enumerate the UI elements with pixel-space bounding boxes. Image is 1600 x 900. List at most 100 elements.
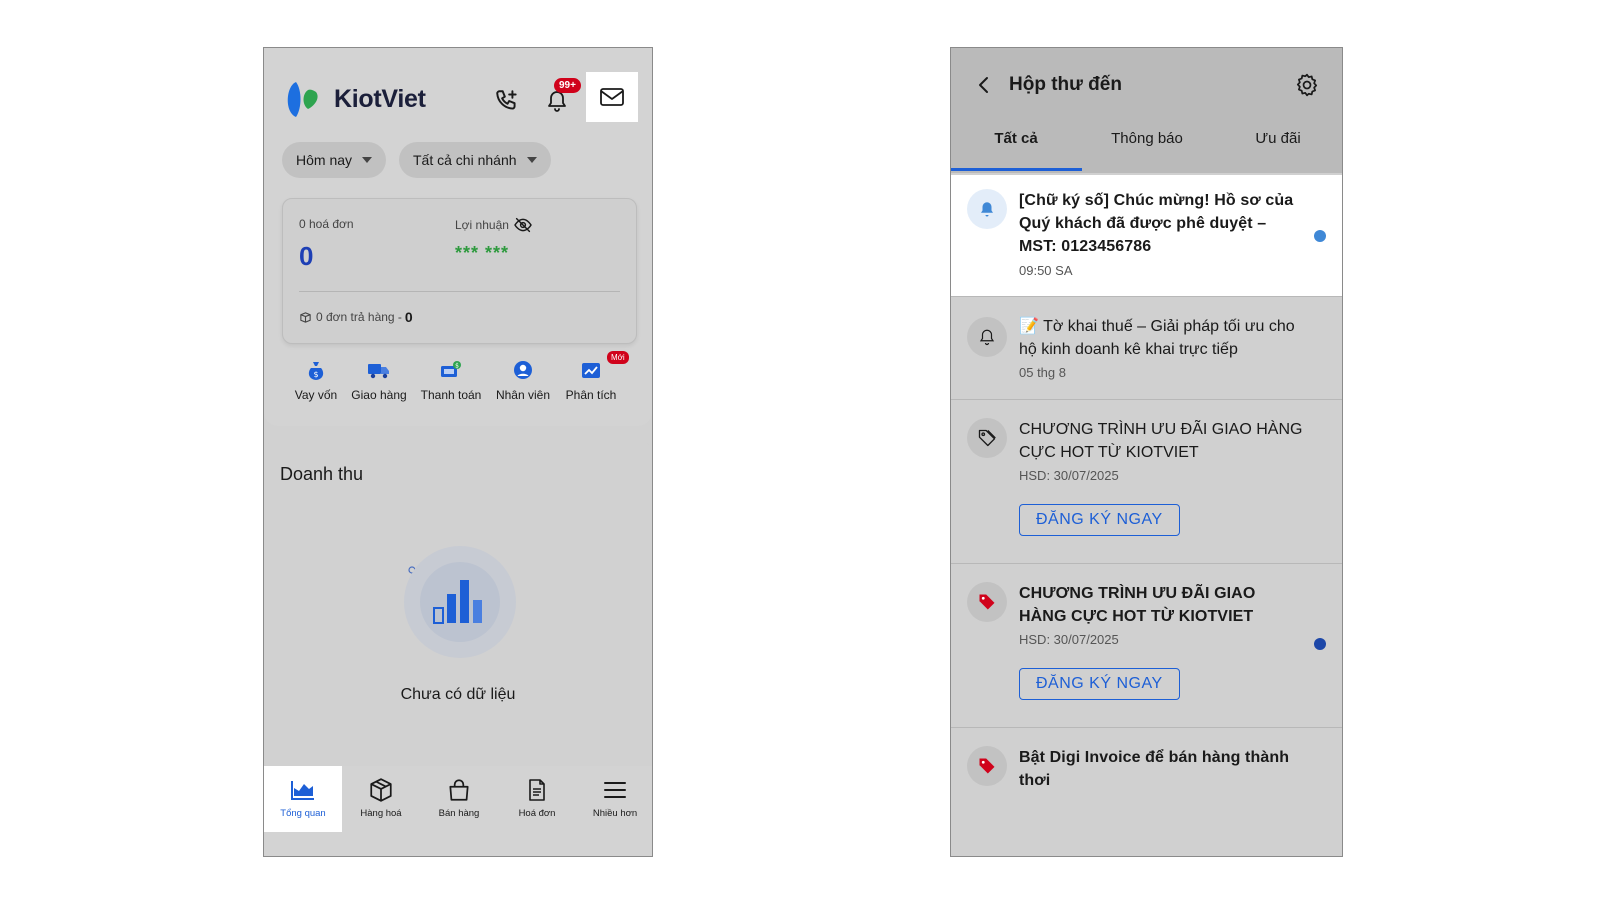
page-title: Hộp thư đến [1009, 74, 1122, 95]
dashboard-screen: KiotViet 99+ Hôm nay Tất cả chi nhánh 0 … [263, 47, 653, 857]
kiotviet-logo-icon [282, 78, 324, 120]
quick-action-label: Vay vốn [294, 388, 338, 402]
period-filter-label: Hôm nay [296, 152, 353, 168]
active-tab-indicator [951, 168, 1082, 171]
quick-action-label: Phân tích [565, 388, 617, 402]
chart-area-icon [291, 781, 314, 800]
returns-value: 0 [404, 309, 413, 325]
svg-text:$: $ [313, 370, 318, 379]
nav-more[interactable]: Nhiều hơn [576, 766, 652, 832]
nav-label: Hoá đơn [518, 808, 556, 819]
invoices-value: 0 [299, 241, 314, 271]
period-filter[interactable]: Hôm nay [282, 142, 387, 178]
call-button[interactable] [490, 84, 524, 118]
brand-logo: KiotViet [282, 78, 426, 120]
empty-state-text: Chưa có dữ liệu [400, 686, 516, 703]
branch-filter-label: Tất cả chi nhánh [413, 152, 517, 168]
quick-action-label: Nhân viên [495, 388, 551, 402]
unread-dot [1314, 638, 1326, 650]
nav-label: Tổng quan [280, 808, 326, 819]
return-box-icon [300, 311, 311, 323]
inbox-screen: Hộp thư đến Tất cả Thông báo Ưu đãi [Chữ… [950, 47, 1343, 857]
new-badge: Mới [607, 351, 629, 364]
tab-notifications[interactable]: Thông báo [1082, 130, 1212, 147]
inbox-button[interactable] [586, 72, 638, 122]
caret-down-icon [362, 157, 373, 163]
brand-name: KiotViet [334, 84, 426, 113]
tag-filled-icon [979, 758, 995, 774]
branch-filter[interactable]: Tất cả chi nhánh [399, 142, 551, 178]
returns-label: 0 đơn trả hàng - [316, 310, 402, 324]
payment-icon: $ [441, 361, 461, 377]
quick-action-delivery[interactable]: Giao hàng [339, 360, 419, 402]
back-button[interactable] [973, 74, 995, 96]
eye-off-icon[interactable] [513, 217, 533, 233]
unread-dot [1314, 230, 1326, 242]
message-icon-wrap [967, 746, 1007, 786]
truck-icon [368, 364, 389, 379]
inbox-header: Hộp thư đến Tất cả Thông báo Ưu đãi [951, 48, 1342, 173]
register-now-button[interactable]: ĐĂNG KÝ NGAY [1019, 504, 1180, 536]
mail-icon [600, 88, 624, 106]
stats-card[interactable]: 0 hoá đơn 0 Lợi nhuận *** *** 0 đơn trả … [282, 198, 637, 344]
document-icon [529, 779, 545, 801]
card-divider [299, 291, 620, 292]
tag-filled-icon [979, 594, 995, 610]
message-text: 📝 Tờ khai thuế – Giải pháp tối ưu cho hộ… [1019, 318, 1295, 358]
nav-invoices[interactable]: Hoá đơn [498, 766, 576, 832]
phone-plus-icon [496, 90, 517, 110]
message-text: CHƯƠNG TRÌNH ƯU ĐÃI GIAO HÀNG CỰC HOT TỪ… [1019, 421, 1303, 461]
tag-outline-icon [978, 429, 996, 447]
profit-label-row: Lợi nhuận [455, 217, 533, 233]
bar-chart-icon [433, 580, 482, 624]
profit-value: *** *** [455, 243, 510, 263]
employee-icon [514, 361, 532, 379]
empty-chart-illustration [404, 546, 516, 658]
quick-action-payment[interactable]: $ Thanh toán [411, 360, 491, 402]
tab-offers[interactable]: Ưu đãi [1213, 130, 1342, 147]
message-text: Bật Digi Invoice để bán hàng thành thơi [1019, 749, 1290, 789]
message-expiry: HSD: 30/07/2025 [1019, 468, 1119, 483]
inbox-message[interactable]: Bật Digi Invoice để bán hàng thành thơi [951, 728, 1342, 856]
message-time: 05 thg 8 [1019, 365, 1066, 380]
tab-all[interactable]: Tất cả [951, 130, 1081, 147]
message-icon-wrap [967, 189, 1007, 229]
nav-label: Bán hàng [438, 808, 480, 819]
analytics-icon [582, 363, 600, 378]
revenue-section: Doanh thu Chưa có dữ liệu [264, 440, 652, 770]
inbox-message[interactable]: [Chữ ký số] Chúc mừng! Hồ sơ của Quý khá… [951, 175, 1342, 297]
quick-action-label: Giao hàng [351, 388, 407, 402]
inbox-message[interactable]: CHƯƠNG TRÌNH ƯU ĐÃI GIAO HÀNG CỰC HOT TỪ… [951, 564, 1342, 728]
dashboard-header: KiotViet 99+ Hôm nay Tất cả chi nhánh 0 … [264, 48, 652, 426]
quick-action-analytics[interactable]: Phân tích [551, 360, 631, 402]
notifications-count-badge: 99+ [554, 78, 581, 93]
nav-products[interactable]: Hàng hoá [342, 766, 420, 832]
message-expiry: HSD: 30/07/2025 [1019, 632, 1119, 647]
nav-label: Hàng hoá [360, 808, 402, 819]
box-icon [370, 778, 392, 802]
register-now-button[interactable]: ĐĂNG KÝ NGAY [1019, 668, 1180, 700]
nav-sales[interactable]: Bán hàng [420, 766, 498, 832]
message-text: CHƯƠNG TRÌNH ƯU ĐÃI GIAO HÀNG CỰC HOT TỪ… [1019, 585, 1256, 625]
returns-row: 0 đơn trả hàng - 0 [299, 309, 413, 325]
caret-down-icon [526, 157, 537, 163]
inbox-message[interactable]: CHƯƠNG TRÌNH ƯU ĐÃI GIAO HÀNG CỰC HOT TỪ… [951, 400, 1342, 564]
message-time: 09:50 SA [1019, 263, 1073, 278]
bell-outline-icon [979, 329, 995, 346]
profit-label: Lợi nhuận [455, 218, 509, 232]
svg-text:$: $ [455, 363, 459, 370]
nav-overview[interactable]: Tổng quan [264, 766, 342, 832]
message-icon-wrap [967, 317, 1007, 357]
nav-label: Nhiều hơn [592, 808, 638, 819]
settings-button[interactable] [1294, 72, 1320, 98]
revenue-title: Doanh thu [280, 464, 364, 484]
inbox-message[interactable]: 📝 Tờ khai thuế – Giải pháp tối ưu cho hộ… [951, 297, 1342, 400]
invoices-label: 0 hoá đơn [299, 217, 354, 231]
money-bag-icon: $ [308, 362, 324, 380]
message-text: [Chữ ký số] Chúc mừng! Hồ sơ của Quý khá… [1019, 192, 1294, 255]
menu-icon [604, 782, 626, 798]
bottom-nav: Tổng quan Hàng hoá Bán hàng Hoá đơn Nhiề… [264, 766, 652, 856]
message-icon-wrap [967, 582, 1007, 622]
quick-action-label: Thanh toán [420, 388, 482, 402]
shopping-bag-icon [449, 779, 469, 801]
